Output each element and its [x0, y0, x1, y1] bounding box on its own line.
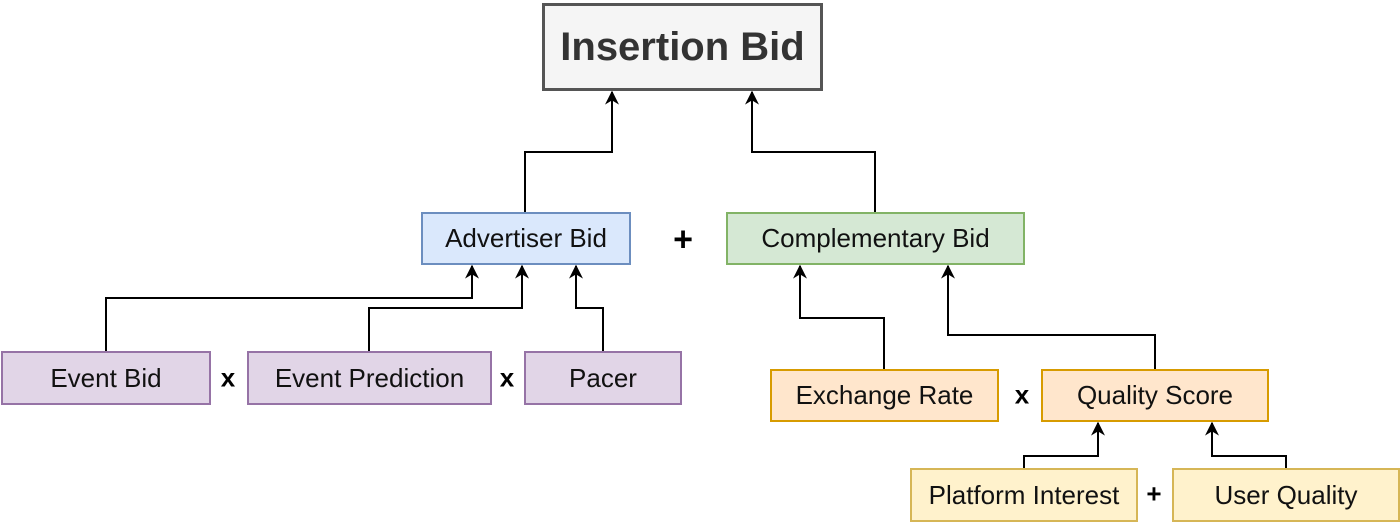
- edge-exchange-to-complementary: [793, 264, 885, 369]
- node-platform-interest: Platform Interest: [910, 468, 1138, 522]
- edge-quality-to-complementary: [941, 264, 1156, 369]
- node-advertiser-bid: Advertiser Bid: [421, 212, 631, 265]
- edge-complementary-to-insertion: [745, 90, 876, 212]
- edge-user-to-quality: [1205, 421, 1287, 468]
- node-insertion-bid: Insertion Bid: [542, 3, 823, 91]
- node-quality-score: Quality Score: [1041, 369, 1269, 422]
- edge-prediction-to-advertiser: [368, 264, 529, 351]
- edge-advertiser-to-insertion: [524, 90, 619, 212]
- diagram-canvas: Insertion Bid Advertiser Bid Complementa…: [0, 0, 1400, 522]
- plus-operator: +: [673, 220, 693, 259]
- multiply-operator: x: [499, 362, 515, 393]
- node-user-quality: User Quality: [1172, 468, 1400, 522]
- edge-pacer-to-advertiser: [569, 264, 604, 351]
- multiply-operator: x: [1014, 379, 1030, 410]
- multiply-operator: x: [220, 362, 236, 393]
- node-complementary-bid: Complementary Bid: [726, 212, 1025, 265]
- node-exchange-rate: Exchange Rate: [770, 369, 999, 422]
- node-pacer: Pacer: [524, 351, 682, 405]
- edge-platform-to-quality: [1023, 421, 1105, 468]
- plus-operator: +: [1146, 478, 1162, 509]
- node-event-bid: Event Bid: [1, 351, 211, 405]
- node-event-prediction: Event Prediction: [247, 351, 492, 405]
